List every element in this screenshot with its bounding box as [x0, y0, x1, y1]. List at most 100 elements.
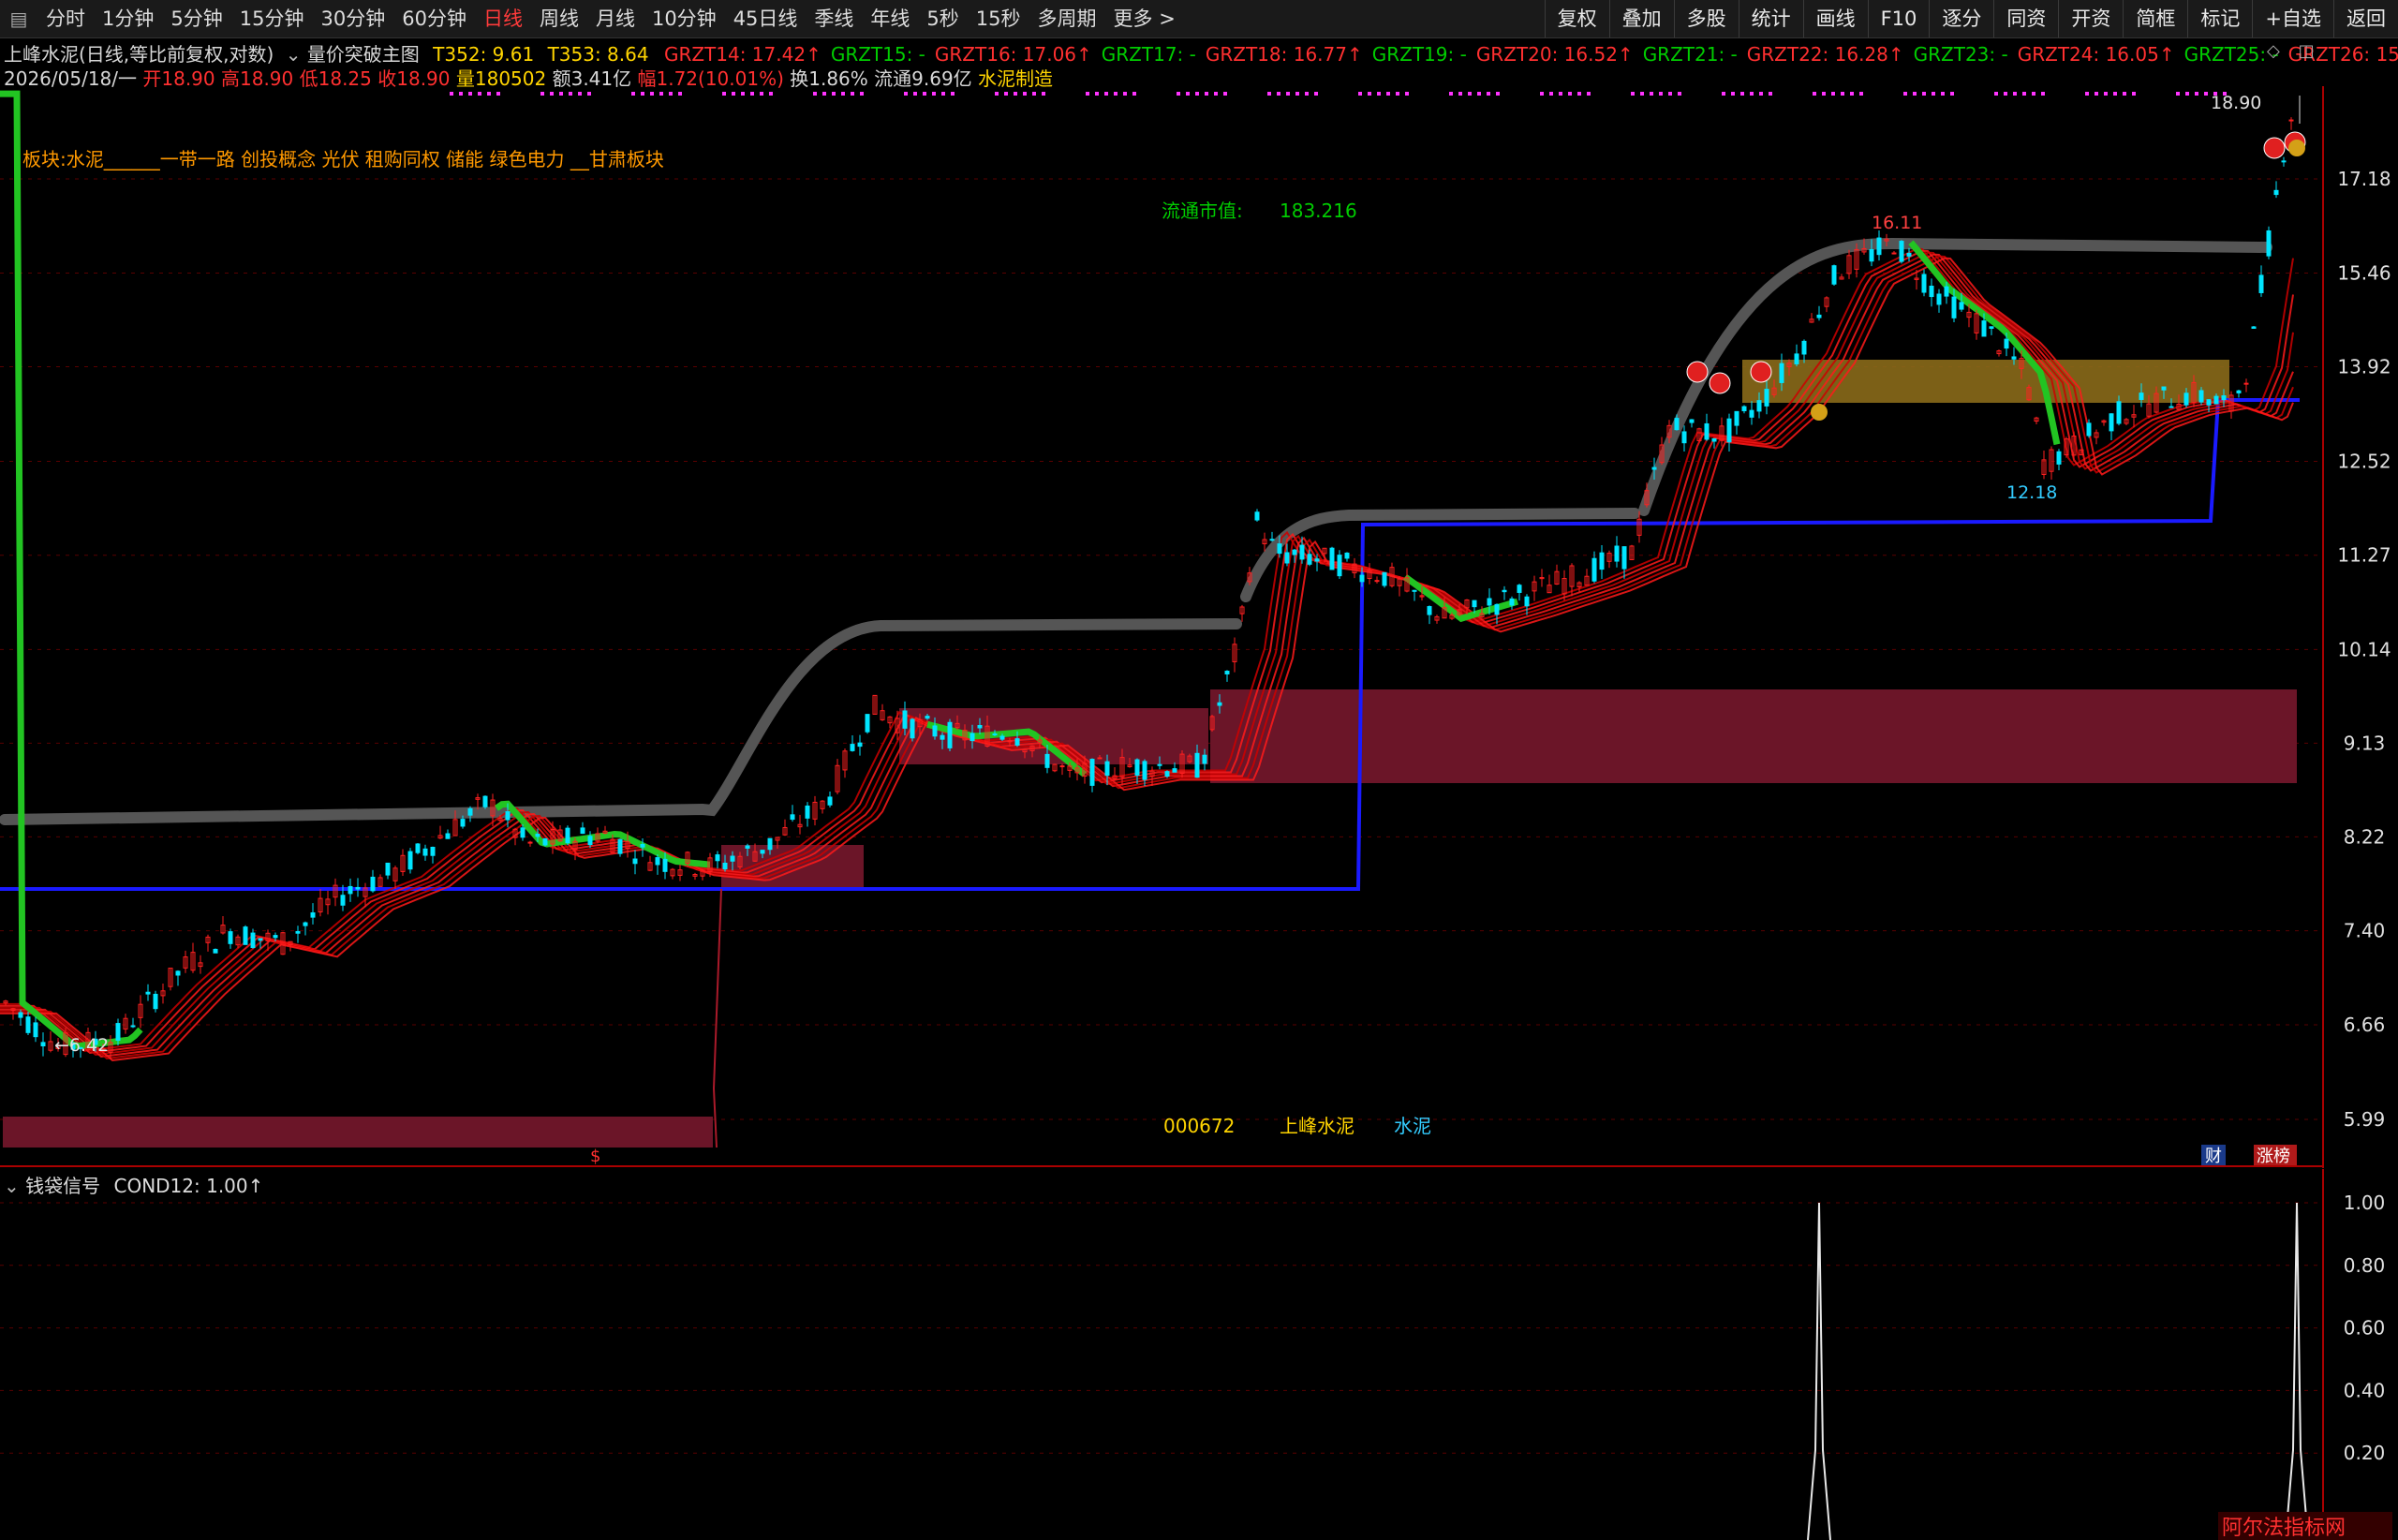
marker-dot	[1913, 92, 1917, 96]
marker-dot	[851, 92, 854, 96]
marker-dot	[1368, 92, 1371, 96]
tab-period-14[interactable]: 15秒	[968, 0, 1029, 37]
marker-dot	[1186, 92, 1190, 96]
marker-dot	[841, 92, 845, 96]
tool-button-5[interactable]: F10	[1867, 0, 1930, 37]
marker-dot	[1740, 92, 1744, 96]
candle-body	[1142, 761, 1147, 780]
marker-dot	[941, 92, 945, 96]
menu-icon[interactable]: ▤	[6, 6, 32, 32]
marker-dot	[1386, 92, 1390, 96]
sub-tick-2: 0.60	[2344, 1317, 2386, 1340]
tool-button-3[interactable]: 统计	[1738, 0, 1803, 37]
candle-body	[1517, 585, 1522, 593]
marker-dot	[1267, 92, 1271, 96]
restore-icon[interactable]: ◫	[2299, 41, 2315, 61]
marker-dot	[1587, 92, 1591, 96]
tab-period-15[interactable]: 多周期	[1029, 0, 1105, 37]
stock-title[interactable]: 上峰水泥(日线,等比前复权,对数)	[4, 43, 274, 66]
candle-body	[1254, 511, 1260, 521]
tool-button-1[interactable]: 叠加	[1608, 0, 1674, 37]
grzt-value-6: GRZT20: 16.52↑	[1475, 43, 1634, 66]
tab-period-5[interactable]: 60分钟	[393, 0, 475, 37]
candle-body	[2213, 395, 2219, 405]
grzt-value-7: GRZT21: -	[1642, 43, 1738, 66]
candle-body	[153, 993, 158, 1010]
tab-period-6[interactable]: 日线	[475, 0, 531, 37]
marker-dot	[1405, 92, 1409, 96]
candle-body	[2198, 390, 2204, 403]
candle-body	[805, 805, 810, 819]
tab-period-12[interactable]: 年线	[862, 0, 918, 37]
price-tick-9: 6.66	[2344, 1014, 2386, 1036]
candle-body	[722, 862, 728, 870]
marker-dot	[459, 92, 463, 96]
tool-button-2[interactable]: 多股	[1673, 0, 1739, 37]
zone-box-4	[1210, 689, 2297, 783]
candle-body	[1674, 418, 1680, 431]
tab-period-7[interactable]: 周线	[531, 0, 587, 37]
tab-period-13[interactable]: 5秒	[918, 0, 967, 37]
price-tick-5: 10.14	[2337, 638, 2391, 660]
tool-button-12[interactable]: 返回	[2333, 0, 2398, 37]
diamond-icon[interactable]: ◇	[2267, 41, 2280, 61]
candle-body	[2183, 392, 2189, 406]
tab-period-10[interactable]: 45日线	[725, 0, 807, 37]
low-price-label: 12.18	[2006, 482, 2057, 503]
candle-body	[542, 838, 548, 846]
tool-button-11[interactable]: +自选	[2252, 0, 2333, 37]
tool-button-10[interactable]: 标记	[2187, 0, 2252, 37]
tool-button-6[interactable]: 逐分	[1929, 0, 1993, 37]
tab-period-0[interactable]: 分时	[37, 0, 94, 37]
indicator-name[interactable]: 量价突破主图	[307, 43, 420, 66]
candle-body	[33, 1022, 38, 1038]
tab-period-2[interactable]: 5分钟	[162, 0, 230, 37]
candle-body	[2086, 422, 2092, 437]
tab-period-3[interactable]: 15分钟	[231, 0, 313, 37]
candle-body	[1899, 241, 1904, 262]
marker-dot	[2176, 92, 2180, 96]
marker-dot	[1123, 92, 1127, 96]
candle-body	[1936, 293, 1942, 305]
candle-body	[1869, 249, 1874, 262]
candle-body	[1044, 753, 1050, 768]
candle-body	[1502, 589, 1507, 593]
tab-period-8[interactable]: 月线	[587, 0, 644, 37]
candle-body	[1014, 738, 1020, 746]
marker-dot	[2132, 92, 2136, 96]
candle-body	[2221, 395, 2227, 401]
candle-body	[258, 938, 263, 941]
tool-button-9[interactable]: 简框	[2123, 0, 2187, 37]
tool-button-8[interactable]: 开资	[2058, 0, 2123, 37]
tool-button-0[interactable]: 复权	[1544, 0, 1609, 37]
candle-body	[1741, 406, 1747, 412]
candle-body	[348, 885, 353, 895]
tab-period-4[interactable]: 30分钟	[312, 0, 393, 37]
signal-sub-chart[interactable]: 1.00 0.80 0.60 0.40 0.20 阿尔法指标网	[0, 1169, 2398, 1540]
marker-dot	[587, 92, 591, 96]
marker-dot	[2185, 92, 2189, 96]
candle-body	[1292, 549, 1297, 555]
candle-body	[1891, 252, 1897, 255]
candle-body	[2116, 401, 2122, 424]
candle-body	[385, 862, 391, 876]
candle-body	[273, 935, 278, 939]
tab-period-11[interactable]: 季线	[806, 0, 862, 37]
kline-main-chart[interactable]: 17.18 15.46 13.92 12.52 11.27 10.14 9.13 8.22 7.…	[0, 86, 2398, 1168]
candle-body	[1284, 552, 1290, 564]
tab-period-9[interactable]: 10分钟	[644, 0, 725, 37]
candle-body	[1756, 400, 1762, 412]
tab-period-1[interactable]: 1分钟	[94, 0, 162, 37]
marker-dot	[1859, 92, 1863, 96]
candle-body	[932, 725, 938, 737]
marker-dot	[1769, 92, 1772, 96]
candle-body	[1314, 558, 1320, 562]
candle-body	[1329, 547, 1335, 570]
tab-period-16[interactable]: 更多 >	[1105, 0, 1184, 37]
candle-body	[1959, 302, 1964, 310]
tool-button-4[interactable]: 画线	[1802, 0, 1868, 37]
tool-button-7[interactable]: 同资	[1993, 0, 2058, 37]
dropdown-icon[interactable]: ⌄	[286, 43, 302, 66]
marker-dot	[569, 92, 572, 96]
candle-body	[2251, 326, 2257, 329]
